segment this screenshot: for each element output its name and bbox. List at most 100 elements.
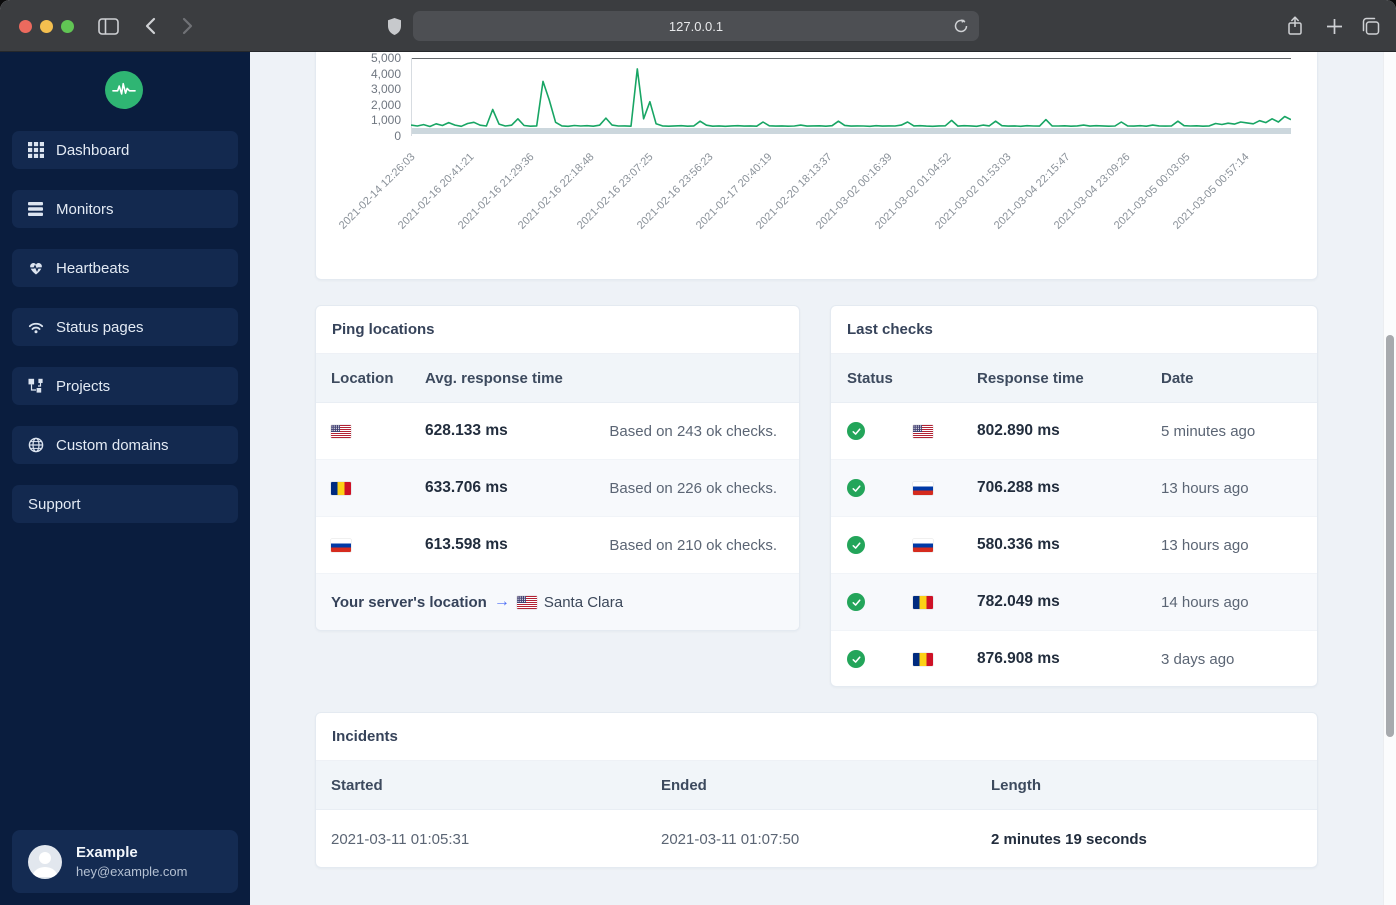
response-time: 802.890 ms (977, 422, 1060, 439)
server-location-label: Your server's location (331, 593, 487, 611)
sidebar-item-label: Custom domains (56, 436, 169, 454)
sitemap-icon (28, 378, 44, 394)
check-date: 5 minutes ago (1161, 422, 1256, 440)
column-header: Response time (977, 369, 1084, 387)
response-time: 876.908 ms (977, 650, 1060, 667)
sidebar-item-monitors[interactable]: Monitors (12, 190, 238, 228)
reload-icon[interactable] (951, 16, 971, 36)
browser-window: 127.0.0.1 Dashboard Monitors Heartbeats … (0, 0, 1396, 905)
flag-icon (331, 481, 351, 495)
check-circle-icon (847, 593, 865, 611)
response-time: 706.288 ms (977, 479, 1060, 496)
server-city: Santa Clara (543, 593, 624, 611)
forward-icon[interactable] (176, 14, 200, 38)
back-icon[interactable] (138, 14, 162, 38)
flag-icon (331, 424, 351, 438)
check-circle-icon (847, 479, 865, 497)
sidebar-nav: Dashboard Monitors Heartbeats Status pag… (0, 131, 250, 544)
ping-locations-card: Ping locations Location Avg. response ti… (315, 305, 800, 631)
flag-icon (913, 595, 933, 609)
pulse-logo-icon (112, 82, 136, 95)
browser-chrome: 127.0.0.1 (0, 0, 1396, 52)
server-location-footer: Your server's location → Santa Clara (316, 574, 799, 630)
check-circle-icon (847, 650, 865, 668)
url-text: 127.0.0.1 (668, 18, 724, 34)
flag-icon (913, 538, 933, 552)
check-circle-icon (847, 422, 865, 440)
window-minimize-button[interactable] (40, 20, 53, 33)
sidebar-item-projects[interactable]: Projects (12, 367, 238, 405)
y-tick-label: 1,000 (370, 113, 401, 128)
checks-note: Based on 210 ok checks. (609, 536, 777, 554)
table-row: 876.908 ms 3 days ago (831, 631, 1317, 686)
incidents-card: Incidents Started Ended Length 2021-03-1… (315, 712, 1318, 868)
sidebar-item-custom-domains[interactable]: Custom domains (12, 426, 238, 464)
checks-note: Based on 243 ok checks. (609, 422, 777, 440)
response-time-line-chart (411, 68, 1291, 128)
last-checks-card: Last checks Status Response time Date 80… (830, 305, 1318, 687)
user-profile[interactable]: Example hey@example.com (12, 830, 238, 893)
privacy-shield-icon[interactable] (382, 14, 406, 38)
table-row: 613.598 ms Based on 210 ok checks. (316, 517, 799, 574)
y-tick-label: 4,000 (370, 66, 401, 81)
check-circle-icon (847, 536, 865, 554)
card-title: Incidents (316, 713, 1317, 761)
column-header: Started (331, 776, 383, 794)
check-date: 13 hours ago (1161, 479, 1249, 497)
flag-icon (331, 538, 351, 552)
sidebar-item-label: Projects (56, 377, 111, 395)
user-name: Example (76, 844, 138, 861)
check-date: 3 days ago (1161, 650, 1235, 668)
column-header: Date (1161, 369, 1194, 387)
y-tick-label: 2,000 (370, 97, 401, 112)
window-close-button[interactable] (19, 20, 32, 33)
incident-ended: 2021-03-11 01:07:50 (661, 831, 800, 848)
sidebar-item-label: Monitors (56, 200, 114, 218)
table-row: 2021-03-11 01:05:31 2021-03-11 01:07:50 … (316, 810, 1317, 867)
column-header: Ended (661, 776, 707, 794)
sidebar-item-heartbeats[interactable]: Heartbeats (12, 249, 238, 287)
window-zoom-button[interactable] (61, 20, 74, 33)
scrollbar-track[interactable] (1383, 52, 1396, 905)
sidebar-item-dashboard[interactable]: Dashboard (12, 131, 238, 169)
table-row: 782.049 ms 14 hours ago (831, 574, 1317, 631)
response-time: 580.336 ms (977, 536, 1060, 553)
table-row: 628.133 ms Based on 243 ok checks. (316, 403, 799, 460)
table-row: 580.336 ms 13 hours ago (831, 517, 1317, 574)
tab-overview-icon[interactable] (1358, 14, 1382, 38)
new-tab-icon[interactable] (1322, 14, 1346, 38)
sidebar-item-support[interactable]: Support (12, 485, 238, 523)
sidebar: Dashboard Monitors Heartbeats Status pag… (0, 52, 250, 905)
response-time-chart-card: 5,000 4,000 3,000 2,000 1,000 0 2021-02-14 12… (315, 52, 1318, 280)
column-header: Location (331, 369, 394, 387)
flag-icon (913, 424, 933, 438)
share-icon[interactable] (1283, 14, 1307, 38)
scrollbar-thumb[interactable] (1386, 335, 1394, 737)
address-bar[interactable]: 127.0.0.1 (413, 11, 979, 41)
avg-response-time: 613.598 ms (425, 536, 508, 553)
arrow-right-icon: → (493, 593, 510, 610)
avatar (28, 844, 62, 879)
sidebar-item-status-pages[interactable]: Status pages (12, 308, 238, 346)
globe-icon (28, 437, 44, 453)
check-date: 14 hours ago (1161, 593, 1249, 611)
user-email: hey@example.com (76, 864, 188, 879)
grid-icon (28, 142, 44, 158)
y-tick-label: 0 (394, 129, 401, 143)
table-header: Started Ended Length (316, 761, 1317, 810)
sidebar-toggle-icon[interactable] (96, 14, 120, 38)
sidebar-item-label: Support (28, 495, 81, 513)
column-header: Avg. response time (425, 369, 563, 387)
app-logo[interactable] (105, 71, 143, 109)
checks-note: Based on 226 ok checks. (609, 479, 777, 497)
table-row: 633.706 ms Based on 226 ok checks. (316, 460, 799, 517)
y-tick-label: 3,000 (370, 82, 401, 97)
sidebar-item-label: Status pages (56, 318, 144, 336)
server-list-icon (28, 201, 44, 217)
flag-icon (913, 652, 933, 666)
table-row: 802.890 ms 5 minutes ago (831, 403, 1317, 460)
sidebar-item-label: Dashboard (56, 141, 130, 159)
table-header: Status Response time Date (831, 354, 1317, 403)
table-row: 706.288 ms 13 hours ago (831, 460, 1317, 517)
flag-icon (516, 595, 537, 609)
